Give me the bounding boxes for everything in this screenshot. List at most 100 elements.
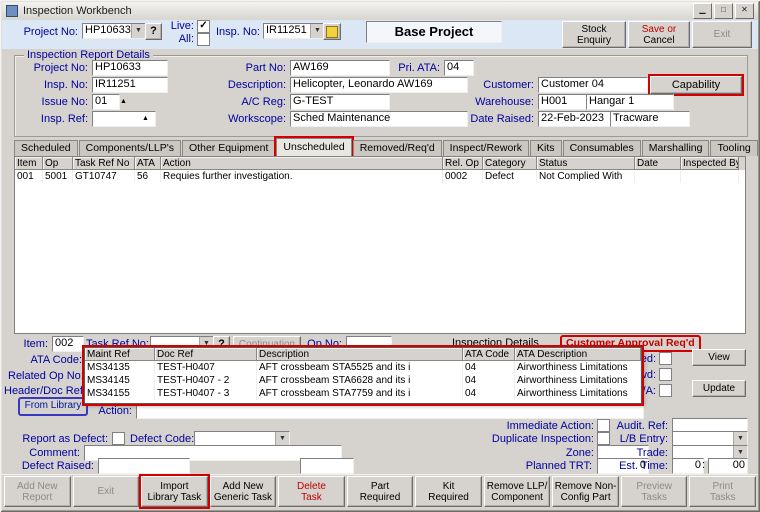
chevron-down-icon[interactable]: ▼	[131, 24, 145, 38]
est-time-minutes-field[interactable]: 00	[708, 458, 748, 474]
title-bar: Inspection Workbench ▁ □ ✕	[2, 2, 758, 21]
popup-cell: TEST-H0407	[155, 361, 257, 374]
tab-removed-req-d[interactable]: Removed/Req'd	[352, 140, 442, 156]
table-row[interactable]: 001 5001 GT10747 56 Requies further investig…	[15, 170, 745, 183]
part-required-button[interactable]: Part Required	[346, 476, 414, 507]
na-checkbox[interactable]	[659, 384, 672, 397]
project-help-button[interactable]: ?	[145, 23, 162, 40]
tab-scheduled[interactable]: Scheduled	[14, 140, 78, 156]
table-cell: Defect	[483, 170, 537, 183]
live-label: Live:	[170, 20, 194, 32]
update-button[interactable]: Update	[692, 380, 746, 397]
task-lookup-popup[interactable]: Maint Ref Doc Ref Description ATA Code ATA D…	[82, 345, 644, 406]
insp-ref-flag-icon[interactable]: ▲	[142, 115, 149, 123]
capability-button[interactable]: Capability	[648, 74, 744, 96]
from-library-button[interactable]: From Library	[18, 397, 88, 416]
defect-raised-field[interactable]	[98, 458, 190, 474]
details-insp-no-field[interactable]: IR11251	[92, 77, 168, 93]
grid-column-status[interactable]: Status	[537, 157, 635, 170]
close-icon[interactable]: ✕	[735, 3, 754, 19]
preview-tasks-button[interactable]: Preview Tasks	[620, 476, 688, 507]
grid-column-task-ref-no[interactable]: Task Ref No	[73, 157, 135, 170]
popup-cell: TEST-H0407 - 2	[155, 374, 257, 387]
remove-non-config-part-button[interactable]: Remove Non- Config Part	[552, 476, 619, 507]
remove-llp-component-button[interactable]: Remove LLP/Component	[483, 476, 551, 507]
immediate-action-checkbox[interactable]	[597, 419, 610, 432]
note-button[interactable]	[323, 23, 341, 40]
actioned-checkbox[interactable]	[659, 352, 672, 365]
add-new-report-button[interactable]: Add New Report	[4, 476, 71, 507]
grid-column-op[interactable]: Op	[43, 157, 73, 170]
insp-no-combo[interactable]: IR11251 ▼	[263, 23, 325, 39]
chevron-down-icon[interactable]: ▼	[310, 24, 324, 38]
carried-fwd-checkbox[interactable]	[659, 368, 672, 381]
description-field[interactable]: Helicopter, Leonardo AW169	[290, 77, 468, 93]
tab-consumables[interactable]: Consumables	[562, 140, 641, 156]
minimize-icon[interactable]: ▁	[693, 3, 712, 19]
workscope-field[interactable]: Sched Maintenance	[290, 111, 468, 127]
exit-button[interactable]: Exit	[692, 21, 752, 48]
add-new-generic-task-button[interactable]: Add New Generic Task	[209, 476, 277, 507]
part-no-field[interactable]: AW169	[290, 60, 390, 76]
warehouse-label: Warehouse:	[475, 96, 534, 108]
customer-field[interactable]: Customer 04	[538, 77, 648, 93]
stock-enquiry-button[interactable]: Stock Enquiry	[562, 21, 626, 48]
grid-header: Item Op Task Ref No ATA Action Rel. Op Categor…	[15, 157, 745, 170]
footer-button-label: Config Part	[560, 491, 611, 503]
popup-row[interactable]: MS34145 TEST-H0407 - 2 AFT crossbeam STA66…	[85, 374, 641, 387]
warehouse-field[interactable]: H001	[538, 94, 588, 110]
import-library-task-button[interactable]: Import Library Task	[139, 474, 210, 509]
grid-column-action[interactable]: Action	[161, 157, 443, 170]
tab-kits[interactable]: Kits	[530, 140, 562, 156]
project-no-combo[interactable]: HP10633 ▼	[82, 23, 146, 39]
grid-column-inspected-by[interactable]: Inspected By	[681, 157, 739, 170]
defect-raised-label: Defect Raised:	[21, 460, 94, 472]
grid-body[interactable]: 001 5001 GT10747 56 Requies further investig…	[15, 170, 745, 183]
pri-ata-field[interactable]: 04	[444, 60, 474, 76]
popup-row[interactable]: MS34135 TEST-H0407 AFT crossbeam STA5525 a…	[85, 361, 641, 374]
details-project-no-field[interactable]: HP10633	[92, 60, 168, 76]
tab-tooling[interactable]: Tooling	[710, 140, 758, 156]
all-checkbox[interactable]	[197, 33, 210, 46]
exit-button[interactable]: Exit	[72, 476, 140, 507]
view-button[interactable]: View	[692, 349, 746, 366]
date-raised-field[interactable]: 22-Feb-2023	[538, 111, 612, 127]
grid-column-date[interactable]: Date	[635, 157, 681, 170]
tab-unscheduled[interactable]: Unscheduled	[274, 136, 354, 158]
est-time-hours-field[interactable]: 0	[672, 458, 704, 474]
grid-column-item[interactable]: Item	[15, 157, 43, 170]
grid-column-rel-op[interactable]: Rel. Op	[443, 157, 483, 170]
issue-no-field[interactable]: 01	[92, 94, 120, 110]
action-field[interactable]	[136, 403, 644, 419]
grid-column-category[interactable]: Category	[483, 157, 537, 170]
duplicate-inspection-checkbox[interactable]	[597, 432, 610, 445]
grid-column-ata[interactable]: ATA	[135, 157, 161, 170]
popup-cell: 04	[463, 387, 515, 400]
footer-button-label: Print	[712, 480, 734, 492]
header-doc-ref-label: Header/Doc Ref:	[4, 385, 86, 397]
save-or-cancel-button[interactable]: Save or Cancel	[628, 21, 690, 48]
task-grid[interactable]: Item Op Task Ref No ATA Action Rel. Op Categor…	[14, 156, 746, 334]
date-raised-source-field: Tracware	[610, 111, 690, 127]
ac-reg-field[interactable]: G-TEST	[290, 94, 390, 110]
footer-button-label: Preview	[636, 480, 672, 492]
chevron-down-icon[interactable]: ▼	[275, 432, 289, 446]
chevron-down-icon[interactable]: ▼	[733, 432, 747, 446]
popup-row[interactable]: MS34155 TEST-H0407 - 3 AFT crossbeam STA77…	[85, 387, 641, 400]
kit-required-button[interactable]: Kit Required	[415, 476, 482, 507]
delete-task-button[interactable]: Delete Task	[278, 476, 345, 507]
tab-other-equipment[interactable]: Other Equipment	[182, 140, 276, 156]
base-project-banner: Base Project	[366, 21, 502, 43]
defect-raised-extra-field[interactable]	[300, 458, 354, 474]
report-as-defect-checkbox[interactable]	[112, 432, 125, 445]
tab-marshalling[interactable]: Marshalling	[641, 140, 710, 156]
live-checkbox[interactable]: ✓	[197, 20, 210, 33]
print-tasks-button[interactable]: Print Tasks	[689, 476, 757, 507]
item-field[interactable]: 002	[52, 336, 84, 352]
footer-button-label: Required	[359, 491, 401, 503]
popup-rows[interactable]: MS34135 TEST-H0407 AFT crossbeam STA5525 a…	[85, 361, 641, 400]
maximize-icon[interactable]: □	[714, 3, 733, 19]
tab-components-llp-s[interactable]: Components/LLP's	[78, 140, 182, 156]
issue-flag-icon[interactable]: ▲	[120, 98, 127, 106]
tab-inspect-rework[interactable]: Inspect/Rework	[442, 140, 530, 156]
